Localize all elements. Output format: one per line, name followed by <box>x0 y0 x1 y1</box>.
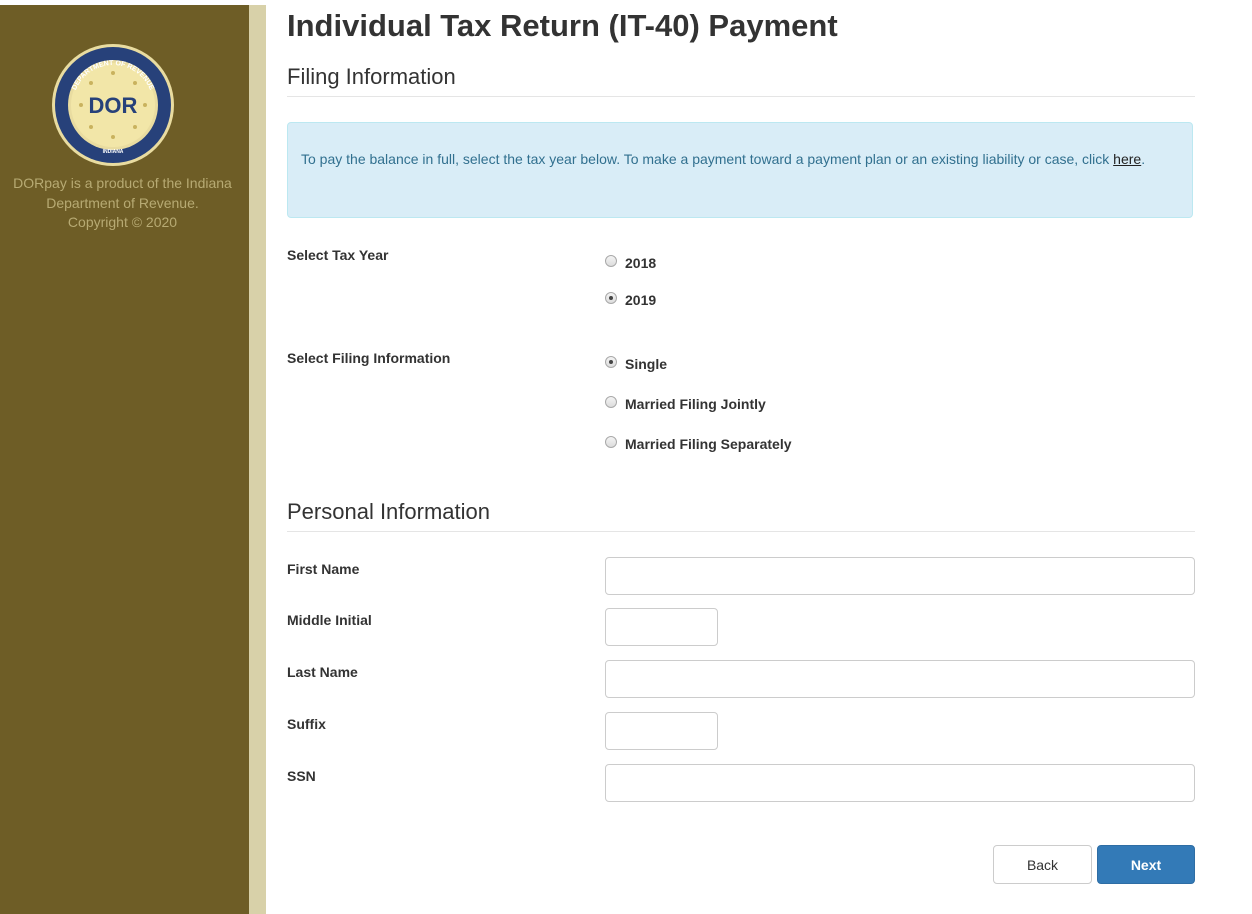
sidebar-text-line: Department of Revenue. <box>46 194 199 211</box>
radio-label: Married Filing Jointly <box>625 396 766 412</box>
svg-text:DOR: DOR <box>89 93 138 118</box>
sidebar-product-text: DORpay is a product of the Indiana Depar… <box>0 174 249 233</box>
radio-button-selected[interactable] <box>605 292 617 304</box>
dor-seal-logo: DEPARTMENT OF REVENUE DOR INDIANA <box>52 44 174 166</box>
sidebar: DEPARTMENT OF REVENUE DOR INDIANA DORpay… <box>0 5 249 914</box>
last-name-input[interactable] <box>605 660 1195 698</box>
here-link[interactable]: here <box>1113 151 1141 167</box>
radio-filing-single[interactable]: Single <box>605 356 667 372</box>
last-name-label: Last Name <box>287 664 358 680</box>
radio-filing-married-jointly[interactable]: Married Filing Jointly <box>605 396 766 412</box>
tax-year-label: Select Tax Year <box>287 247 389 263</box>
sidebar-text-line: DORpay is a product of the Indiana <box>13 175 232 191</box>
ssn-label: SSN <box>287 768 316 784</box>
radio-button-selected[interactable] <box>605 356 617 368</box>
radio-button[interactable] <box>605 255 617 267</box>
radio-button[interactable] <box>605 396 617 408</box>
page-title: Individual Tax Return (IT-40) Payment <box>287 8 838 43</box>
first-name-input[interactable] <box>605 557 1195 595</box>
personal-info-heading: Personal Information <box>287 499 1195 532</box>
radio-label: 2019 <box>625 292 657 308</box>
radio-filing-married-separately[interactable]: Married Filing Separately <box>605 436 792 452</box>
radio-label: Single <box>625 356 668 372</box>
radio-label: 2018 <box>625 255 657 271</box>
middle-initial-input[interactable] <box>605 608 718 646</box>
first-name-label: First Name <box>287 561 360 577</box>
radio-label: Married Filing Separately <box>625 436 792 452</box>
alert-text: To pay the balance in full, select the t… <box>301 151 1114 167</box>
sidebar-edge <box>249 5 266 914</box>
radio-tax-year-2019[interactable]: 2019 <box>605 292 656 308</box>
radio-tax-year-2018[interactable]: 2018 <box>605 255 656 271</box>
radio-button[interactable] <box>605 436 617 448</box>
middle-initial-label: Middle Initial <box>287 612 372 628</box>
filing-info-label: Select Filing Information <box>287 350 451 366</box>
alert-end: . <box>1141 151 1146 167</box>
filing-info-heading: Filing Information <box>287 64 1195 97</box>
next-button[interactable]: Next <box>1097 845 1195 884</box>
suffix-label: Suffix <box>287 716 326 732</box>
svg-text:INDIANA: INDIANA <box>103 149 124 155</box>
ssn-input[interactable] <box>605 764 1195 802</box>
sidebar-text-line: Copyright © 2020 <box>67 214 178 230</box>
suffix-input[interactable] <box>605 712 718 750</box>
info-alert: To pay the balance in full, select the t… <box>287 122 1193 218</box>
back-button[interactable]: Back <box>993 845 1092 884</box>
